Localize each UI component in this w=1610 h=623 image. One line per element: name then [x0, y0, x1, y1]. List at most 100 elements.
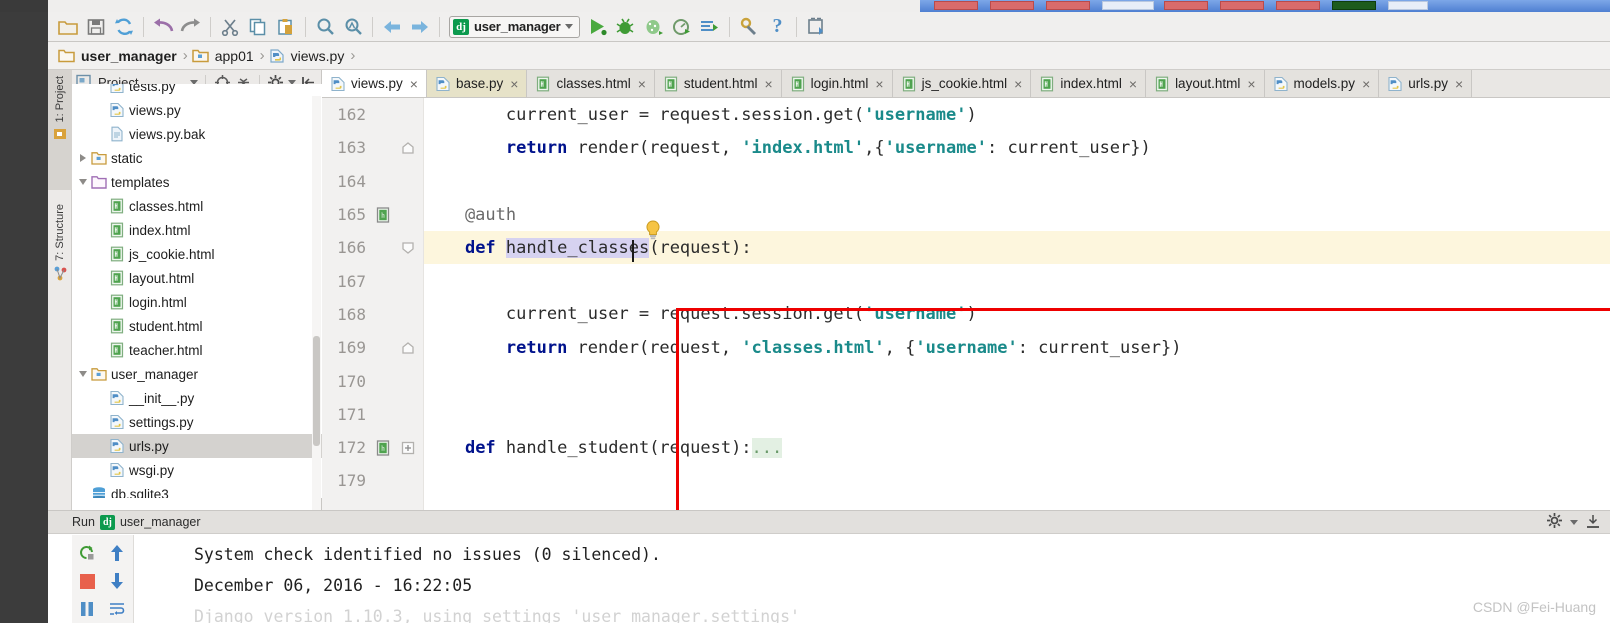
help-button[interactable]: ?: [763, 14, 791, 40]
scroll-up-button[interactable]: [104, 540, 130, 566]
chevron-down-icon[interactable]: [76, 371, 90, 377]
paste-icon[interactable]: [272, 14, 300, 40]
editor-tab[interactable]: student.html ×: [654, 70, 782, 97]
tree-item[interactable]: js_cookie.html: [72, 242, 322, 266]
chevron-down-icon[interactable]: [565, 24, 574, 29]
code-line[interactable]: return render(request, 'index.html' ,{'us…: [424, 131, 1610, 164]
save-all-icon[interactable]: [82, 14, 110, 40]
editor-tab[interactable]: views.py ×: [322, 70, 427, 97]
code-line[interactable]: current_user = request.session.get('user…: [424, 298, 1610, 331]
run-coverage-button[interactable]: [640, 14, 668, 40]
gear-icon[interactable]: [1547, 513, 1562, 531]
find-replace-icon[interactable]: [339, 14, 367, 40]
tree-item[interactable]: __init__.py: [72, 386, 322, 410]
chevron-down-icon[interactable]: [1570, 519, 1578, 525]
close-icon[interactable]: ×: [408, 76, 418, 92]
find-icon[interactable]: [311, 14, 339, 40]
profile-button[interactable]: [668, 14, 696, 40]
code-line[interactable]: [424, 364, 1610, 397]
editor-tab[interactable]: urls.py ×: [1379, 70, 1473, 97]
django-view-icon[interactable]: h: [370, 439, 396, 456]
tree-item[interactable]: classes.html: [72, 194, 322, 218]
tree-item[interactable]: urls.py: [72, 434, 322, 458]
breadcrumb-item-app01[interactable]: app01: [191, 48, 258, 64]
chevron-right-icon[interactable]: [76, 154, 90, 162]
code-line[interactable]: current_user = request.session.get('user…: [424, 98, 1610, 131]
pause-button[interactable]: [74, 596, 100, 622]
code-editor[interactable]: 162 163 164 165 h 166 167 168 169 170 171 172 h 179 c…: [322, 98, 1610, 510]
tree-item[interactable]: db.sqlite3: [72, 482, 322, 498]
fold-expand-icon[interactable]: [396, 440, 420, 456]
settings-button[interactable]: [735, 14, 763, 40]
editor-tab[interactable]: classes.html ×: [527, 70, 655, 97]
close-icon[interactable]: ×: [508, 76, 518, 92]
back-icon[interactable]: [378, 14, 406, 40]
rerun-button[interactable]: [74, 540, 100, 566]
close-icon[interactable]: ×: [762, 76, 772, 92]
breadcrumb-item-user-manager[interactable]: user_manager: [58, 48, 181, 64]
code-line[interactable]: def handle_student(request):...: [424, 431, 1610, 464]
editor-gutter[interactable]: 162 163 164 165 h 166 167 168 169 170 171 172 h 179: [322, 98, 424, 510]
tree-item[interactable]: login.html: [72, 290, 322, 314]
redo-icon[interactable]: [177, 14, 205, 40]
close-icon[interactable]: ×: [1245, 76, 1255, 92]
run-button[interactable]: [584, 14, 612, 40]
code-line[interactable]: def handle_classes (request):: [424, 231, 1610, 265]
tree-item[interactable]: views.py.bak: [72, 122, 322, 146]
tree-item[interactable]: teacher.html: [72, 338, 322, 362]
debug-button[interactable]: [612, 14, 640, 40]
undo-icon[interactable]: [149, 14, 177, 40]
code-line[interactable]: return render(request, 'classes.html', {…: [424, 331, 1610, 364]
tree-item[interactable]: index.html: [72, 218, 322, 242]
close-icon[interactable]: ×: [636, 76, 646, 92]
sync-refresh-icon[interactable]: [110, 14, 138, 40]
code-line[interactable]: [424, 165, 1610, 198]
fold-end-icon[interactable]: [396, 340, 420, 356]
tree-item[interactable]: views.py: [72, 98, 322, 122]
code-line[interactable]: [424, 398, 1610, 431]
close-icon[interactable]: ×: [1127, 76, 1137, 92]
forward-icon[interactable]: [406, 14, 434, 40]
project-tree[interactable]: tests.py views.py views.py.bak static templa…: [72, 84, 322, 498]
editor-tab[interactable]: index.html ×: [1031, 70, 1147, 97]
cut-icon[interactable]: [216, 14, 244, 40]
editor-tab[interactable]: models.py ×: [1264, 70, 1380, 97]
run-console-output[interactable]: System check identified no issues (0 sil…: [140, 535, 1610, 623]
copy-icon[interactable]: [244, 14, 272, 40]
tree-item[interactable]: static: [72, 146, 322, 170]
tree-item[interactable]: layout.html: [72, 266, 322, 290]
lightbulb-icon[interactable]: [644, 220, 662, 240]
close-icon[interactable]: ×: [1360, 76, 1370, 92]
fold-collapse-icon[interactable]: [396, 240, 420, 256]
tree-item[interactable]: user_manager: [72, 362, 322, 386]
close-icon[interactable]: ×: [1453, 76, 1463, 92]
tree-item[interactable]: tests.py: [72, 84, 322, 98]
hide-run-panel-button[interactable]: [1586, 514, 1600, 531]
scrollbar-thumb[interactable]: [313, 336, 320, 446]
close-icon[interactable]: ×: [873, 76, 883, 92]
code-line[interactable]: @auth: [424, 198, 1610, 231]
tree-item[interactable]: student.html: [72, 314, 322, 338]
attach-console-button[interactable]: [696, 14, 724, 40]
fold-end-icon[interactable]: [396, 140, 420, 156]
editor-tab[interactable]: base.py ×: [426, 70, 528, 97]
editor-tab[interactable]: login.html ×: [781, 70, 893, 97]
tree-item[interactable]: templates: [72, 170, 322, 194]
close-icon[interactable]: ×: [1012, 76, 1022, 92]
stop-button[interactable]: [74, 568, 100, 594]
chevron-down-icon[interactable]: [76, 179, 90, 185]
soft-wrap-button[interactable]: [104, 596, 130, 622]
tree-item[interactable]: settings.py: [72, 410, 322, 434]
open-folder-icon[interactable]: [54, 14, 82, 40]
editor-tab[interactable]: js_cookie.html ×: [892, 70, 1032, 97]
code-line[interactable]: [424, 464, 1610, 497]
update-project-button[interactable]: [802, 14, 830, 40]
django-view-icon[interactable]: h: [370, 206, 396, 223]
editor-tab[interactable]: layout.html ×: [1146, 70, 1265, 97]
sidebar-item-project[interactable]: 1: Project: [48, 70, 72, 190]
scroll-down-button[interactable]: [104, 568, 130, 594]
run-configuration-selector[interactable]: dj user_manager: [449, 15, 581, 38]
sidebar-item-structure[interactable]: 7: Structure: [48, 198, 72, 328]
project-tree-scrollbar[interactable]: [312, 96, 321, 510]
run-configuration-tab-label[interactable]: user_manager: [120, 515, 201, 529]
